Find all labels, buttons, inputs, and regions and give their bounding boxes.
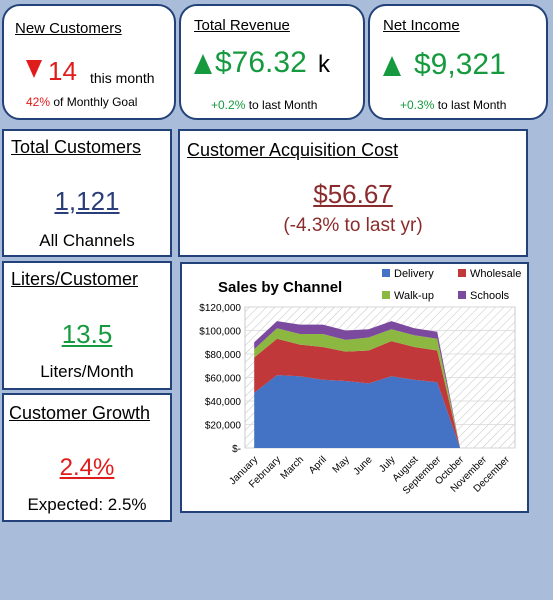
- goal-text: of Monthly Goal: [53, 95, 138, 109]
- customer-growth-value: 2.4%: [59, 454, 115, 481]
- income-change-percent: +0.3%: [400, 98, 435, 112]
- new-customers-value: 14: [48, 56, 77, 86]
- down-arrow-icon: [26, 60, 42, 83]
- sales-by-channel-chart: $120,000 $100,000 $80,000 $60,000 $40,000 $20…: [182, 264, 527, 511]
- total-customers-subtitle: All Channels: [39, 231, 135, 250]
- total-customers-title: Total Customers: [11, 137, 142, 157]
- net-income-card: Net Income $9,321 +0.3% to last Month: [368, 4, 548, 120]
- area-delivery: [254, 375, 461, 448]
- liters-customer-subtitle: Liters/Month: [40, 362, 134, 381]
- new-customers-card: New Customers 14 this month 42% of Month…: [2, 4, 176, 120]
- acquisition-cost-card: Customer Acquisition Cost $56.67 (-4.3% …: [178, 129, 528, 257]
- goal-percent: 42%: [26, 95, 51, 109]
- y-tick-label: $120,000: [199, 303, 241, 314]
- customer-growth-expected: Expected: 2.5%: [27, 495, 147, 514]
- new-customers-goal: 42% of Monthly Goal: [26, 95, 137, 109]
- y-tick-label: $20,000: [205, 421, 242, 432]
- legend-swatch: [382, 269, 390, 277]
- total-revenue-card: Total Revenue $76.32 k +0.2% to last Mon…: [179, 4, 365, 120]
- chart-title: Sales by Channel: [218, 279, 342, 296]
- y-tick-label: $40,000: [205, 397, 242, 408]
- net-income-title: Net Income: [383, 17, 460, 34]
- legend-label: Wholesale: [470, 268, 521, 280]
- net-income-value: $9,321: [414, 48, 506, 81]
- total-revenue-title: Total Revenue: [194, 17, 290, 34]
- acquisition-cost-title: Customer Acquisition Cost: [187, 140, 399, 160]
- acquisition-cost-value: $56.67: [313, 179, 393, 209]
- legend-label: Walk-up: [394, 290, 434, 302]
- y-tick-label: $100,000: [199, 327, 241, 338]
- customer-growth-card: Customer Growth 2.4% Expected: 2.5%: [2, 393, 172, 522]
- legend-swatch: [458, 269, 466, 277]
- legend-swatch: [382, 291, 390, 299]
- liters-customer-card: Liters/Customer 13.5 Liters/Month: [2, 261, 172, 390]
- legend-swatch: [458, 291, 466, 299]
- y-tick-label: $60,000: [205, 374, 242, 385]
- total-customers-value: 1,121: [54, 186, 120, 216]
- revenue-change-text: to last Month: [248, 98, 318, 112]
- y-tick-label: $80,000: [205, 350, 242, 361]
- new-customers-title: New Customers: [15, 20, 122, 37]
- up-arrow-icon: [194, 54, 212, 79]
- legend-label: Schools: [470, 290, 510, 302]
- new-customers-period: this month: [90, 70, 155, 86]
- total-customers-card: Total Customers 1,121 All Channels: [2, 129, 172, 257]
- acquisition-cost-change: (-4.3% to last yr): [283, 215, 423, 236]
- total-revenue-change: +0.2% to last Month: [211, 98, 317, 112]
- revenue-change-percent: +0.2%: [211, 98, 246, 112]
- customer-growth-title: Customer Growth: [9, 403, 151, 423]
- income-change-text: to last Month: [437, 98, 507, 112]
- up-arrow-icon: [383, 56, 401, 81]
- sales-by-channel-card: $120,000 $100,000 $80,000 $60,000 $40,000 $20…: [180, 262, 529, 513]
- legend-label: Delivery: [394, 268, 434, 280]
- liters-customer-title: Liters/Customer: [11, 269, 139, 289]
- liters-customer-value: 13.5: [61, 319, 113, 349]
- total-revenue-value: $76.32: [215, 46, 307, 79]
- total-revenue-unit: k: [318, 51, 330, 78]
- net-income-change: +0.3% to last Month: [400, 98, 506, 112]
- y-tick-label: $-: [232, 444, 241, 455]
